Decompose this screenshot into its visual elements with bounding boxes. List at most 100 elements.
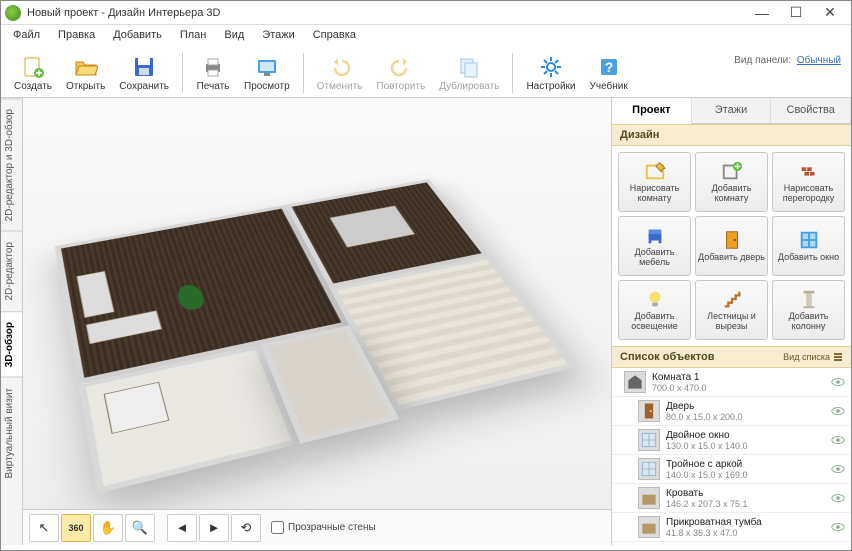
app-logo-icon — [5, 5, 21, 21]
toolbar-label: Открыть — [66, 81, 105, 92]
tool-label: Добавить мебель — [621, 248, 688, 268]
object-icon — [638, 516, 660, 538]
tool-draw-partition[interactable]: Нарисовать перегородку — [772, 152, 845, 212]
maximize-button[interactable]: ☐ — [779, 2, 813, 24]
menu-6[interactable]: Справка — [305, 27, 364, 43]
object-name: Комната 1 — [652, 372, 825, 383]
main-toolbar: Создать Открыть Сохранить Печать Просмотр Отм… — [7, 49, 635, 97]
redo-icon — [389, 55, 413, 79]
window-title: Новый проект - Дизайн Интерьера 3D — [27, 7, 745, 19]
objects-viewmode[interactable]: Вид списка — [783, 352, 843, 362]
object-item[interactable]: Кровать146.2 x 207.3 x 75.1 — [612, 484, 851, 513]
toolbar-undo-button: Отменить — [310, 49, 370, 97]
sidetab-3d[interactable]: 3D-обзор — [1, 311, 22, 377]
tool-add-room[interactable]: Добавить комнату — [695, 152, 768, 212]
toolbar-row: Создать Открыть Сохранить Печать Просмотр Отм… — [1, 45, 851, 98]
object-item[interactable]: Тройное с аркой140.0 x 15.0 x 169.0 — [612, 455, 851, 484]
toolbar-view-button[interactable]: Просмотр — [237, 49, 297, 97]
tab-project[interactable]: Проект — [612, 98, 692, 124]
tab-floors[interactable]: Этажи — [692, 98, 772, 123]
toolbar-settings-button[interactable]: Настройки — [519, 49, 582, 97]
tool-add-light[interactable]: Добавить освещение — [618, 280, 691, 340]
viewport: ↖ 360 ✋ 🔍 ◄ ► ⟲ Прозрачные стены — [23, 98, 611, 545]
object-dimensions: 146.2 x 207.3 x 75.1 — [666, 499, 825, 509]
object-icon — [638, 429, 660, 451]
panel-view-value[interactable]: Обычный — [797, 55, 841, 66]
menu-4[interactable]: Вид — [216, 27, 252, 43]
toolbar-create-button[interactable]: Создать — [7, 49, 59, 97]
toolbar-tutorial-button[interactable]: ?Учебник — [583, 49, 635, 97]
print-icon — [201, 55, 225, 79]
tool-walk-left[interactable]: ◄ — [167, 514, 197, 542]
visibility-icon[interactable] — [831, 377, 845, 387]
toolbar-label: Просмотр — [244, 81, 290, 92]
object-dimensions: 130.0 x 15.0 x 140.0 — [666, 441, 825, 451]
add-furniture-icon — [644, 224, 666, 246]
object-item[interactable]: Двойное окно130.0 x 15.0 x 140.0 — [612, 426, 851, 455]
tool-label: Нарисовать комнату — [621, 184, 688, 204]
tool-zoom[interactable]: 🔍 — [125, 514, 155, 542]
create-icon — [21, 55, 45, 79]
toolbar-open-button[interactable]: Открыть — [59, 49, 112, 97]
object-name: Тройное с аркой — [666, 459, 825, 470]
panel-view-selector[interactable]: Вид панели: Обычный — [730, 49, 845, 72]
add-column-icon — [798, 288, 820, 310]
tool-add-window[interactable]: Добавить окно — [772, 216, 845, 276]
tool-add-furniture[interactable]: Добавить мебель — [618, 216, 691, 276]
sidetab-2d[interactable]: 2D-редактор — [1, 231, 22, 311]
object-dimensions: 41.8 x 36.3 x 47.0 — [666, 528, 825, 538]
transparent-walls-toggle[interactable]: Прозрачные стены — [271, 521, 376, 534]
draw-room-icon — [644, 160, 666, 182]
menu-5[interactable]: Этажи — [254, 27, 302, 43]
tool-select[interactable]: ↖ — [29, 514, 59, 542]
menu-3[interactable]: План — [172, 27, 215, 43]
menu-2[interactable]: Добавить — [105, 27, 170, 43]
object-icon — [638, 400, 660, 422]
tool-orbit-360[interactable]: 360 — [61, 514, 91, 542]
tool-add-column[interactable]: Добавить колонну — [772, 280, 845, 340]
sidetab-virtual[interactable]: Виртуальный визит — [1, 377, 22, 489]
tool-label: Добавить окно — [778, 253, 839, 263]
panel-view-label: Вид панели: — [734, 55, 791, 66]
tool-pan[interactable]: ✋ — [93, 514, 123, 542]
menu-1[interactable]: Правка — [50, 27, 103, 43]
toolbar-print-button[interactable]: Печать — [189, 49, 237, 97]
tutorial-icon: ? — [597, 55, 621, 79]
toolbar-label: Повторить — [376, 81, 425, 92]
transparent-walls-checkbox[interactable] — [271, 521, 284, 534]
tool-stairs[interactable]: Лестницы и вырезы — [695, 280, 768, 340]
object-icon — [638, 458, 660, 480]
tool-walk-right[interactable]: ► — [199, 514, 229, 542]
visibility-icon[interactable] — [831, 435, 845, 445]
settings-icon — [539, 55, 563, 79]
add-window-icon — [798, 229, 820, 251]
visibility-icon[interactable] — [831, 406, 845, 416]
tool-add-door[interactable]: Добавить дверь — [695, 216, 768, 276]
toolbar-label: Отменить — [317, 81, 363, 92]
tool-reset-view[interactable]: ⟲ — [231, 514, 261, 542]
minimize-button[interactable]: — — [745, 2, 779, 24]
tool-label: Добавить колонну — [775, 312, 842, 332]
tool-draw-room[interactable]: Нарисовать комнату — [618, 152, 691, 212]
3d-view[interactable] — [23, 98, 611, 509]
add-light-icon — [644, 288, 666, 310]
visibility-icon[interactable] — [831, 493, 845, 503]
visibility-icon[interactable] — [831, 464, 845, 474]
tab-props[interactable]: Свойства — [771, 98, 851, 123]
object-item[interactable]: Комната 1700.0 x 470.0 — [612, 368, 851, 397]
visibility-icon[interactable] — [831, 522, 845, 532]
svg-text:?: ? — [604, 59, 613, 75]
menubar: ФайлПравкаДобавитьПланВидЭтажиСправка — [1, 25, 851, 45]
sidetab-2d-3d[interactable]: 2D-редактор и 3D-обзор — [1, 98, 22, 231]
toolbar-label: Сохранить — [119, 81, 169, 92]
toolbar-save-button[interactable]: Сохранить — [112, 49, 176, 97]
object-dimensions: 700.0 x 470.0 — [652, 383, 825, 393]
object-item[interactable]: Дверь80.0 x 15.0 x 200.0 — [612, 397, 851, 426]
transparent-walls-label: Прозрачные стены — [288, 522, 376, 533]
object-item[interactable]: Прикроватная тумба41.8 x 36.3 x 47.0 — [612, 513, 851, 542]
object-name: Кровать — [666, 488, 825, 499]
menu-0[interactable]: Файл — [5, 27, 48, 43]
object-name: Прикроватная тумба — [666, 517, 825, 528]
object-name: Двойное окно — [666, 430, 825, 441]
close-button[interactable]: ✕ — [813, 2, 847, 24]
